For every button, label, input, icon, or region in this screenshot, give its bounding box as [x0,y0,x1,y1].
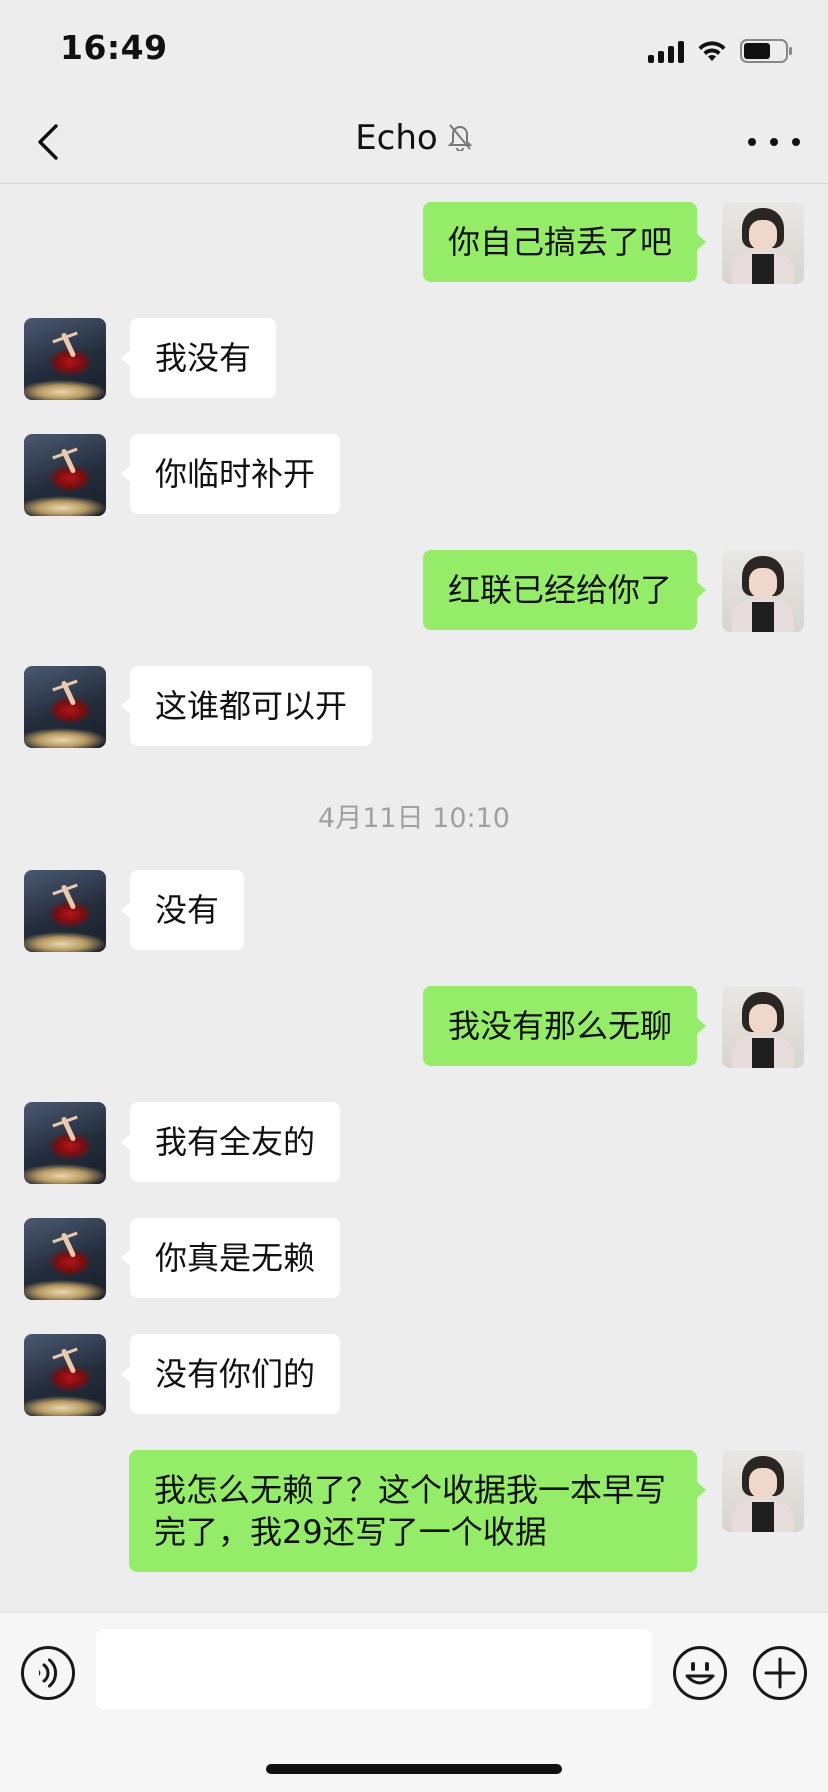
status-bar: 16:49 [0,0,828,100]
contact-avatar[interactable] [24,870,106,952]
nav-title-wrap: Echo [0,118,828,166]
message-incoming: 你真是无赖 [0,1218,828,1300]
battery-icon [740,38,794,64]
message-bubble[interactable]: 你自己搞丢了吧 [422,202,707,282]
status-icons [648,36,794,66]
more-dot [770,138,778,146]
chat-screen: 16:49 Echo 你自己搞丢了吧 我没有 你临时补开 红联已经给你了 这谁都… [0,0,828,1792]
message-bubble[interactable]: 你真是无赖 [120,1218,341,1298]
message-bubble[interactable]: 这谁都可以开 [120,666,373,746]
message-timestamp: 4月11日 10:10 [318,803,510,834]
bell-off-icon [447,121,473,155]
contact-avatar[interactable] [24,1334,106,1416]
contact-avatar[interactable] [24,666,106,748]
message-incoming: 这谁都可以开 [0,666,828,748]
voice-icon [21,1646,75,1700]
wifi-icon [696,39,728,63]
status-time: 16:49 [60,28,168,67]
message-bubble[interactable]: 我没有 [120,318,277,398]
nav-bar: Echo [0,100,828,184]
message-bubble[interactable]: 没有 [120,870,245,950]
contact-avatar[interactable] [24,434,106,516]
message-bubble[interactable]: 红联已经给你了 [422,550,707,630]
message-incoming: 没有你们的 [0,1334,828,1416]
message-outgoing: 红联已经给你了 [0,550,828,632]
more-dot [748,138,756,146]
message-bubble[interactable]: 我怎么无赖了？这个收据我一本早写完了，我29还写了一个收据 [129,1450,706,1572]
voice-button[interactable] [20,1645,76,1701]
message-incoming: 你临时补开 [0,434,828,516]
contact-avatar[interactable] [24,1218,106,1300]
self-avatar[interactable] [722,202,804,284]
message-bubble[interactable]: 你临时补开 [120,434,341,514]
more-button[interactable] [748,122,800,162]
plus-circle-icon [753,1646,807,1700]
self-avatar[interactable] [722,550,804,632]
message-input[interactable] [96,1629,652,1709]
self-avatar[interactable] [722,1450,804,1532]
message-outgoing: 我怎么无赖了？这个收据我一本早写完了，我29还写了一个收据 [0,1450,828,1578]
more-functions-button[interactable] [752,1645,808,1701]
message-bubble[interactable]: 没有你们的 [120,1334,341,1414]
emoji-button[interactable] [672,1645,728,1701]
message-incoming: 我有全友的 [0,1102,828,1184]
message-incoming: 没有 [0,870,828,952]
message-incoming: 我没有 [0,318,828,400]
self-avatar[interactable] [722,986,804,1068]
message-bubble[interactable]: 我有全友的 [120,1102,341,1182]
chat-title: Echo [355,118,438,158]
emoji-icon [673,1646,727,1700]
message-outgoing: 你自己搞丢了吧 [0,202,828,284]
contact-avatar[interactable] [24,1102,106,1184]
more-dot [792,138,800,146]
cellular-signal-icon [648,39,684,63]
message-outgoing: 我没有那么无聊 [0,986,828,1068]
message-bubble[interactable]: 我没有那么无聊 [422,986,707,1066]
home-indicator[interactable] [266,1764,562,1774]
contact-avatar[interactable] [24,318,106,400]
